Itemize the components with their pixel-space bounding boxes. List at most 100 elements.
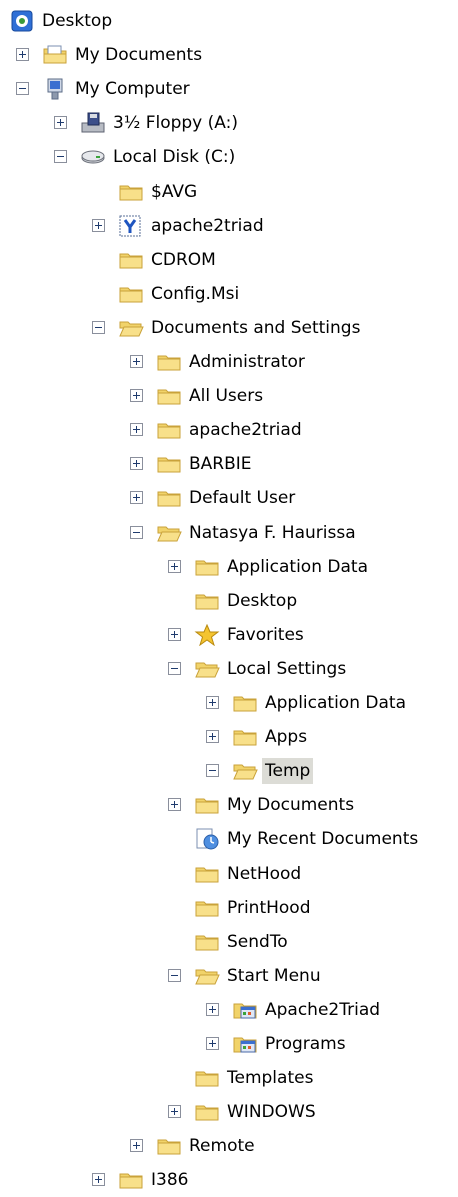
folder-icon bbox=[194, 1101, 220, 1123]
folder-icon bbox=[118, 283, 144, 305]
expand-icon[interactable] bbox=[168, 798, 181, 812]
tree-node-label[interactable]: 3½ Floppy (A:) bbox=[110, 110, 241, 136]
collapse-icon[interactable] bbox=[168, 968, 181, 982]
tree-node-label[interactable]: Local Disk (C:) bbox=[110, 144, 238, 170]
tree-node-label[interactable]: Favorites bbox=[224, 622, 307, 648]
tree-node-label[interactable]: Default User bbox=[186, 485, 298, 511]
tree-node-label[interactable]: Config.Msi bbox=[148, 281, 242, 307]
expand-icon[interactable] bbox=[130, 1139, 143, 1153]
tree-node-desktop-folder[interactable]: Desktop bbox=[0, 584, 458, 618]
tree-node-config-msi[interactable]: Config.Msi bbox=[0, 277, 458, 311]
tree-node-label[interactable]: apache2triad bbox=[186, 417, 305, 443]
tree-node-temp[interactable]: Temp bbox=[0, 754, 458, 788]
tree-node-my-computer[interactable]: My Computer bbox=[0, 72, 458, 106]
tree-node-cdrom[interactable]: CDROM bbox=[0, 243, 458, 277]
tree-node-label[interactable]: Natasya F. Haurissa bbox=[186, 520, 359, 546]
tree-node-recent-docs[interactable]: My Recent Documents bbox=[0, 822, 458, 856]
expand-icon[interactable] bbox=[168, 1105, 181, 1119]
collapse-icon[interactable] bbox=[168, 661, 181, 675]
tree-node-local-disk[interactable]: Local Disk (C:) bbox=[0, 140, 458, 174]
tree-node-label[interactable]: Documents and Settings bbox=[148, 315, 363, 341]
tree-node-label[interactable]: Remote bbox=[186, 1133, 258, 1159]
tree-node-floppy[interactable]: 3½ Floppy (A:) bbox=[0, 106, 458, 140]
tree-node-desktop[interactable]: Desktop bbox=[0, 4, 458, 38]
tree-node-label[interactable]: Desktop bbox=[224, 588, 300, 614]
tree-node-apps[interactable]: Apps bbox=[0, 720, 458, 754]
expand-icon[interactable] bbox=[130, 457, 143, 471]
tree-node-i386[interactable]: I386 bbox=[0, 1163, 458, 1197]
tree-node-label[interactable]: WINDOWS bbox=[224, 1099, 319, 1125]
tree-node-user-my-docs[interactable]: My Documents bbox=[0, 788, 458, 822]
tree-node-label[interactable]: I386 bbox=[148, 1167, 191, 1193]
tree-node-label[interactable]: NetHood bbox=[224, 861, 304, 887]
tree-node-docs-settings[interactable]: Documents and Settings bbox=[0, 311, 458, 345]
expand-icon[interactable] bbox=[16, 48, 29, 62]
expand-icon[interactable] bbox=[206, 1037, 219, 1050]
tree-node-templates[interactable]: Templates bbox=[0, 1061, 458, 1095]
tree-node-label[interactable]: My Documents bbox=[224, 792, 357, 818]
tree-node-label[interactable]: Programs bbox=[262, 1031, 349, 1057]
tree-node-label[interactable]: Temp bbox=[262, 758, 314, 785]
tree-node-sm-programs[interactable]: Programs bbox=[0, 1027, 458, 1061]
tree-node-label[interactable]: Administrator bbox=[186, 349, 308, 375]
tree-node-label[interactable]: My Computer bbox=[72, 76, 193, 102]
expand-icon[interactable] bbox=[206, 696, 219, 709]
tree-node-nethood[interactable]: NetHood bbox=[0, 857, 458, 891]
tree-node-ls-app-data[interactable]: Application Data bbox=[0, 686, 458, 720]
expand-icon[interactable] bbox=[130, 389, 143, 403]
tree-node-label[interactable]: Apache2Triad bbox=[262, 997, 383, 1023]
tree-node-avg[interactable]: $AVG bbox=[0, 175, 458, 209]
tree-node-printhood[interactable]: PrintHood bbox=[0, 891, 458, 925]
expand-icon[interactable] bbox=[168, 627, 181, 641]
tree-node-label[interactable]: PrintHood bbox=[224, 895, 313, 921]
folder-icon bbox=[156, 453, 182, 475]
tree-node-label[interactable]: SendTo bbox=[224, 929, 291, 955]
expand-icon[interactable] bbox=[206, 730, 219, 744]
collapse-icon[interactable] bbox=[54, 150, 67, 164]
tree-node-barbie[interactable]: BARBIE bbox=[0, 447, 458, 481]
tree-node-sendto[interactable]: SendTo bbox=[0, 925, 458, 959]
tree-node-label[interactable]: $AVG bbox=[148, 179, 200, 205]
folder-icon bbox=[156, 385, 182, 407]
tree-node-default-user[interactable]: Default User bbox=[0, 481, 458, 515]
tree-node-label[interactable]: Local Settings bbox=[224, 656, 349, 682]
tree-node-label[interactable]: All Users bbox=[186, 383, 266, 409]
tree-node-natasya[interactable]: Natasya F. Haurissa bbox=[0, 516, 458, 550]
tree-node-label[interactable]: Application Data bbox=[262, 690, 409, 716]
tree-node-start-menu[interactable]: Start Menu bbox=[0, 959, 458, 993]
tree-node-label[interactable]: My Recent Documents bbox=[224, 826, 421, 852]
expand-icon[interactable] bbox=[92, 1173, 105, 1187]
tree-node-local-settings[interactable]: Local Settings bbox=[0, 652, 458, 686]
tree-node-apache2triad-root[interactable]: apache2triad bbox=[0, 209, 458, 243]
tree-node-all-users[interactable]: All Users bbox=[0, 379, 458, 413]
tree-node-app-data[interactable]: Application Data bbox=[0, 550, 458, 584]
expand-icon[interactable] bbox=[168, 559, 181, 573]
tree-node-apache2triad-user[interactable]: apache2triad bbox=[0, 413, 458, 447]
tree-node-my-documents[interactable]: My Documents bbox=[0, 38, 458, 72]
tree-node-favorites[interactable]: Favorites bbox=[0, 618, 458, 652]
expand-icon[interactable] bbox=[54, 116, 67, 130]
tree-node-label[interactable]: apache2triad bbox=[148, 213, 267, 239]
expand-icon[interactable] bbox=[130, 423, 143, 437]
expand-icon[interactable] bbox=[130, 491, 143, 505]
tree-node-label[interactable]: BARBIE bbox=[186, 451, 255, 477]
tree-node-label[interactable]: Apps bbox=[262, 724, 310, 750]
tree-node-remote[interactable]: Remote bbox=[0, 1129, 458, 1163]
collapse-icon[interactable] bbox=[206, 764, 219, 778]
tree-node-label[interactable]: My Documents bbox=[72, 42, 205, 68]
tree-node-label[interactable]: CDROM bbox=[148, 247, 219, 273]
tree-node-sm-apache[interactable]: Apache2Triad bbox=[0, 993, 458, 1027]
collapse-icon[interactable] bbox=[16, 82, 29, 96]
tree-node-label[interactable]: Templates bbox=[224, 1065, 316, 1091]
tree-node-label[interactable]: Application Data bbox=[224, 554, 371, 580]
expand-icon[interactable] bbox=[92, 218, 105, 232]
tree-node-label[interactable]: Desktop bbox=[39, 8, 115, 34]
tree-node-windows-user[interactable]: WINDOWS bbox=[0, 1095, 458, 1129]
collapse-icon[interactable] bbox=[92, 320, 105, 334]
tree-node-label[interactable]: Start Menu bbox=[224, 963, 324, 989]
tree-node-administrator[interactable]: Administrator bbox=[0, 345, 458, 379]
program-group-icon bbox=[232, 1033, 258, 1055]
collapse-icon[interactable] bbox=[130, 525, 143, 539]
expand-icon[interactable] bbox=[206, 1002, 219, 1016]
expand-icon[interactable] bbox=[130, 355, 143, 368]
